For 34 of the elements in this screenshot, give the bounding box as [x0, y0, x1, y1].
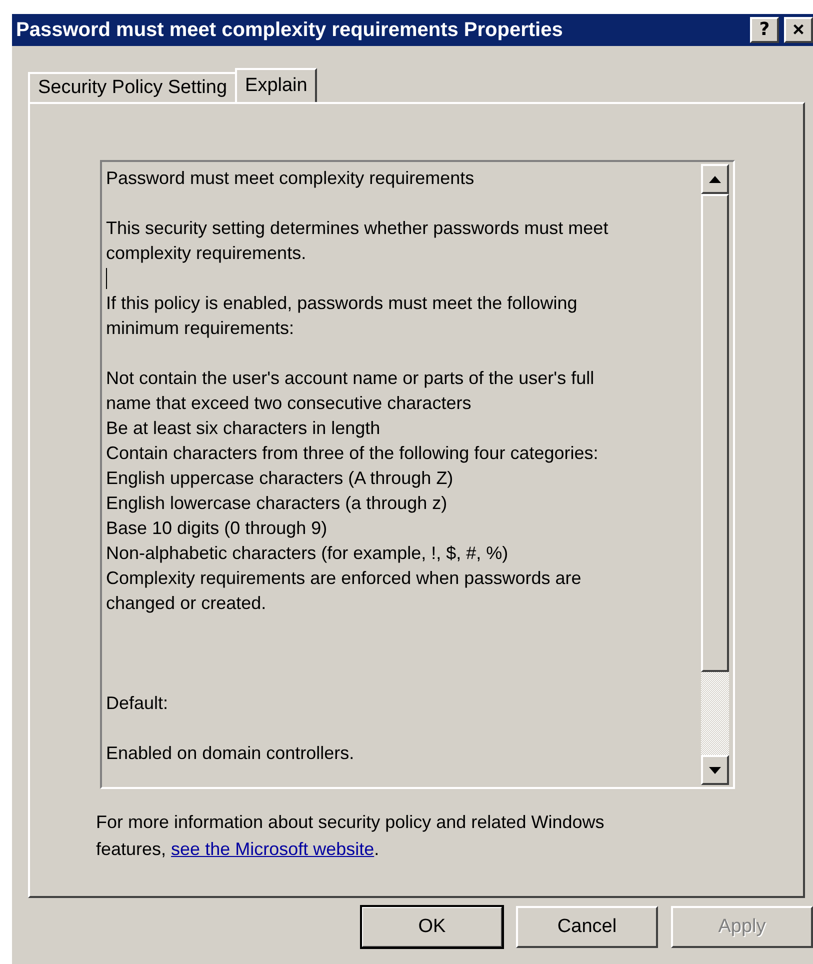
tab[interactable]: Explain [235, 68, 318, 102]
explain-text-line: Complexity requirements are enforced when passwords are [106, 567, 582, 590]
dialog-button[interactable]: Cancel [516, 906, 658, 948]
dialog-button[interactable]: OK [361, 906, 503, 948]
explain-text-line: Contain characters from three of the following four categories: [106, 442, 600, 465]
tab[interactable]: Security Policy Setting [28, 72, 238, 102]
explain-text-line: Password must meet complexity requirements [106, 167, 476, 190]
window-title: Password must meet complexity requirements Properties [16, 18, 563, 42]
explain-text-line: English uppercase characters (A through Z) [106, 467, 454, 490]
explain-text-line: Not contain the user's account name or parts of the user's full [106, 367, 596, 390]
explain-text-line: minimum requirements: [106, 317, 296, 340]
explain-text-line: changed or created. [106, 592, 268, 615]
explain-text-line: This security setting determines whether passwords must meet [106, 217, 610, 240]
help-button[interactable]: ? [750, 17, 779, 43]
scroll-down-button[interactable] [701, 755, 729, 785]
explain-text-line: If this policy is enabled, passwords must meet the following [106, 292, 578, 315]
explain-text-line: Base 10 digits (0 through 9) [106, 517, 328, 540]
info-text: For more information about security policy and related Windows [96, 811, 606, 834]
explain-text-line: Non-alphabetic characters (for example, !, $, #, %) [106, 542, 510, 565]
scroll-up-icon [709, 176, 721, 182]
explain-text-line: Default: [106, 692, 170, 715]
explain-text-line: complexity requirements. [106, 242, 308, 265]
explain-text-line: Be at least six characters in length [106, 417, 382, 440]
explain-text-line: name that exceed two consecutive characters [106, 392, 472, 415]
close-button[interactable]: × [784, 17, 813, 43]
info-text: features, [96, 839, 168, 859]
scroll-thumb[interactable] [701, 194, 729, 672]
microsoft-website-link[interactable]: see the Microsoft website [171, 839, 374, 859]
explain-text-line: Enabled on domain controllers. [106, 742, 356, 765]
explain-text-area[interactable] [100, 160, 735, 789]
scroll-down-icon [709, 766, 721, 774]
info-text: . [374, 839, 380, 859]
scroll-up-button[interactable] [701, 164, 729, 194]
explain-text-line: English lowercase characters (a through z) [106, 492, 448, 515]
